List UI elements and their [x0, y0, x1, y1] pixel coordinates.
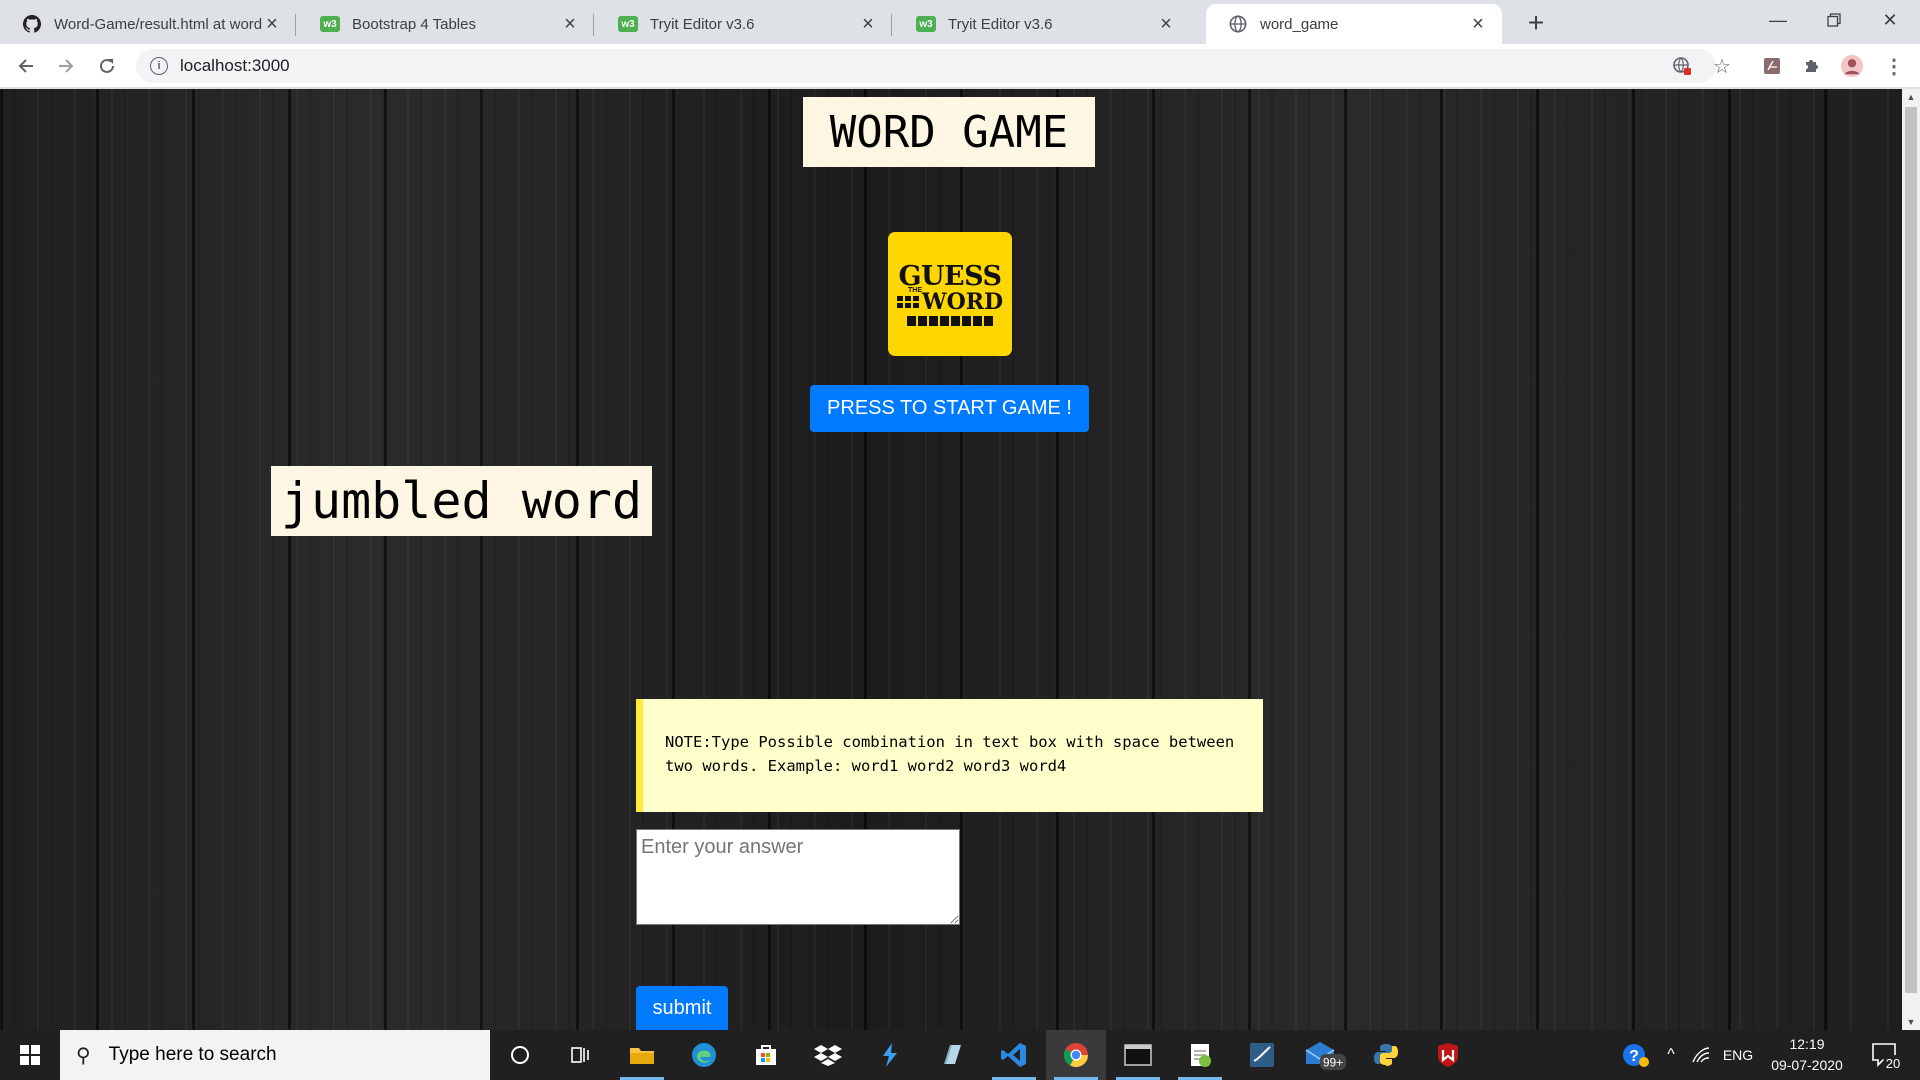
scrollbar-thumb[interactable]	[1905, 107, 1917, 993]
pdf-extension-icon[interactable]	[1760, 54, 1784, 78]
close-icon[interactable]: ×	[560, 13, 580, 36]
close-icon[interactable]: ×	[1156, 13, 1176, 36]
url-text: localhost:3000	[180, 56, 290, 75]
tab-title: Word-Game/result.html at word_	[54, 15, 262, 33]
address-bar[interactable]: i localhost:3000	[136, 49, 1716, 83]
file-explorer-icon[interactable]	[612, 1030, 672, 1080]
close-icon[interactable]: ×	[262, 13, 282, 36]
w3schools-icon: w3	[916, 14, 936, 34]
page-scrollbar[interactable]: ▲ ▼	[1902, 89, 1920, 1030]
instruction-note: NOTE:Type Possible combination in text b…	[636, 699, 1263, 812]
reload-icon[interactable]	[91, 50, 123, 82]
new-tab-button[interactable]: +	[1520, 8, 1552, 40]
globe-icon	[1228, 14, 1248, 34]
tab-title: word_game	[1260, 15, 1339, 33]
notes-app-icon[interactable]	[922, 1030, 982, 1080]
windows-start-button[interactable]	[0, 1030, 60, 1080]
profile-avatar-icon[interactable]	[1840, 54, 1864, 78]
tab-title: Tryit Editor v3.6	[948, 15, 1053, 33]
tab-strip: Word-Game/result.html at word_ × w3 Boot…	[0, 0, 1920, 44]
mcafee-icon[interactable]	[1418, 1030, 1478, 1080]
notepad-plus-plus-icon[interactable]	[1170, 1030, 1230, 1080]
cortana-icon[interactable]	[490, 1030, 550, 1080]
close-icon[interactable]: ×	[858, 13, 878, 36]
vscode-icon[interactable]	[984, 1030, 1044, 1080]
windows-logo-icon	[20, 1045, 40, 1065]
search-placeholder: Type here to search	[108, 1044, 277, 1065]
tab-tryit-editor-1[interactable]: w3 Tryit Editor v3.6 ×	[596, 4, 892, 44]
clock-date: 09-07-2020	[1771, 1057, 1843, 1073]
w3schools-icon: w3	[618, 14, 638, 34]
minimize-icon[interactable]: —	[1750, 0, 1806, 40]
svg-text:20: 20	[1886, 1056, 1900, 1071]
close-window-icon[interactable]: ✕	[1862, 0, 1918, 40]
svg-text:99+: 99+	[1323, 1056, 1343, 1070]
language-indicator[interactable]: ENG	[1718, 1030, 1758, 1080]
bookmark-star-icon[interactable]: ☆	[1710, 54, 1734, 78]
mysql-workbench-icon[interactable]	[1232, 1030, 1292, 1080]
github-icon	[22, 14, 42, 34]
mail-icon[interactable]: 99+	[1294, 1030, 1354, 1080]
guess-the-word-logo: GUESS THE WORD	[888, 232, 1012, 356]
dropbox-icon[interactable]	[798, 1030, 858, 1080]
scroll-down-icon[interactable]: ▼	[1902, 1014, 1920, 1030]
page-title: WORD GAME	[803, 97, 1095, 167]
forward-icon[interactable]	[50, 50, 82, 82]
scroll-up-icon[interactable]: ▲	[1902, 89, 1920, 105]
extensions-puzzle-icon[interactable]	[1800, 54, 1824, 78]
tab-bootstrap-tables[interactable]: w3 Bootstrap 4 Tables ×	[298, 4, 594, 44]
page-viewport: WORD GAME GUESS THE WORD PRESS TO START …	[0, 89, 1902, 1030]
task-view-icon[interactable]	[550, 1030, 610, 1080]
svg-text:?: ?	[1629, 1048, 1639, 1065]
visual-studio-installer-icon[interactable]	[860, 1030, 920, 1080]
taskbar-search-box[interactable]: ⚲ Type here to search	[60, 1030, 490, 1080]
restore-icon[interactable]	[1806, 0, 1862, 40]
tab-tryit-editor-2[interactable]: w3 Tryit Editor v3.6 ×	[894, 4, 1190, 44]
tab-title: Tryit Editor v3.6	[650, 15, 755, 33]
clock[interactable]: 12:19 09-07-2020	[1762, 1030, 1852, 1080]
python-icon[interactable]	[1356, 1030, 1416, 1080]
answer-input[interactable]	[636, 829, 960, 925]
windows-taskbar: ⚲ Type here to search 99+ ? ^ ENG 12:19 …	[0, 1030, 1920, 1080]
notifications-icon[interactable]: 20	[1862, 1030, 1910, 1080]
clock-time: 12:19	[1789, 1036, 1825, 1052]
tab-github-result[interactable]: Word-Game/result.html at word_ ×	[0, 4, 296, 44]
tab-title: Bootstrap 4 Tables	[352, 15, 476, 33]
translate-blocked-icon[interactable]	[1670, 54, 1694, 78]
help-icon[interactable]: ?	[1618, 1030, 1654, 1080]
edge-browser-icon[interactable]	[674, 1030, 734, 1080]
chrome-icon[interactable]	[1046, 1030, 1106, 1080]
show-hidden-icons-chevron-icon[interactable]: ^	[1656, 1030, 1686, 1080]
browser-toolbar: i localhost:3000 ☆ ⋮	[0, 44, 1920, 88]
back-icon[interactable]	[10, 50, 42, 82]
info-icon[interactable]: i	[150, 57, 168, 75]
wifi-icon[interactable]	[1686, 1030, 1716, 1080]
menu-kebab-icon[interactable]: ⋮	[1882, 54, 1906, 78]
jumbled-word-display: jumbled word	[271, 466, 652, 536]
start-game-button[interactable]: PRESS TO START GAME !	[810, 385, 1089, 432]
search-icon: ⚲	[76, 1044, 91, 1067]
close-icon[interactable]: ×	[1468, 13, 1488, 36]
terminal-icon[interactable]	[1108, 1030, 1168, 1080]
w3schools-icon: w3	[320, 14, 340, 34]
tab-word-game[interactable]: word_game ×	[1206, 4, 1502, 44]
microsoft-store-icon[interactable]	[736, 1030, 796, 1080]
submit-button[interactable]: submit	[636, 986, 728, 1030]
